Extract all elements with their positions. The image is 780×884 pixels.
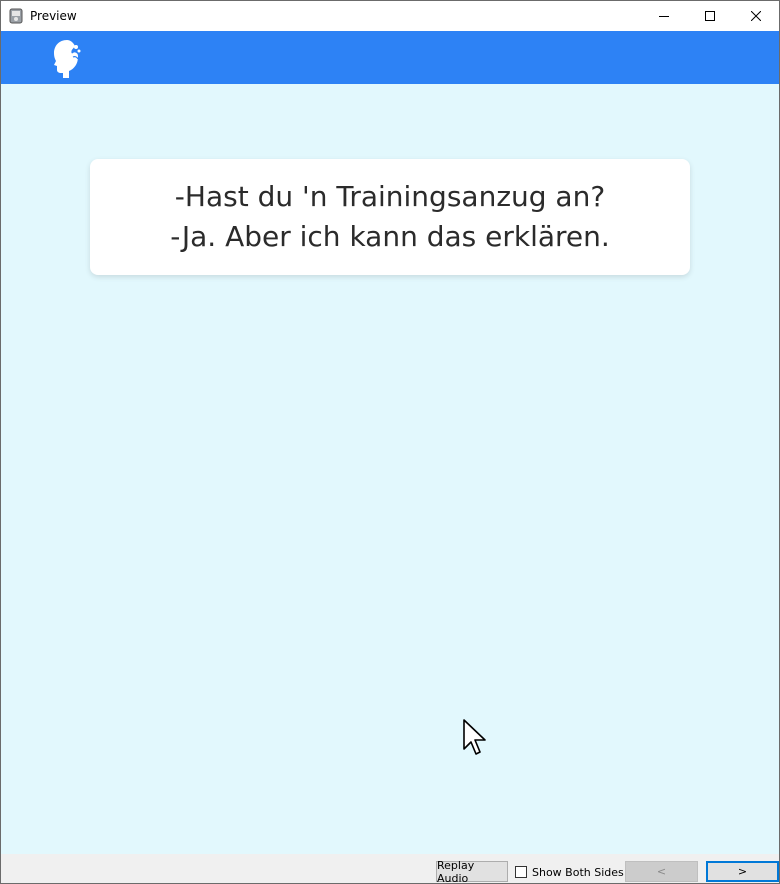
window-title: Preview bbox=[30, 9, 77, 23]
title-bar[interactable]: Preview bbox=[1, 1, 779, 31]
next-button[interactable]: > bbox=[706, 861, 779, 882]
show-both-sides-toggle[interactable]: Show Both Sides bbox=[515, 864, 624, 880]
close-icon bbox=[751, 11, 761, 21]
preview-app-icon bbox=[9, 8, 23, 24]
close-button[interactable] bbox=[733, 1, 779, 31]
show-both-sides-label: Show Both Sides bbox=[532, 865, 624, 879]
card-text-line-2: -Ja. Aber ich kann das erklären. bbox=[170, 220, 610, 253]
preview-window: Preview -Hast du 'n Trainingsanzug an? -… bbox=[0, 0, 780, 884]
maximize-button[interactable] bbox=[687, 1, 733, 31]
minimize-button[interactable] bbox=[641, 1, 687, 31]
mouse-pointer-icon bbox=[462, 719, 490, 759]
flashcard: -Hast du 'n Trainingsanzug an? -Ja. Aber… bbox=[90, 159, 690, 275]
head-silhouette-logo-icon bbox=[49, 37, 83, 79]
card-text-line-1: -Hast du 'n Trainingsanzug an? bbox=[174, 180, 606, 213]
previous-button[interactable]: < bbox=[625, 861, 698, 882]
show-both-sides-checkbox[interactable] bbox=[515, 866, 527, 878]
header-bar bbox=[1, 31, 779, 84]
replay-audio-button[interactable]: Replay Audio bbox=[436, 859, 508, 883]
bottom-toolbar: Replay Audio Show Both Sides < > bbox=[1, 854, 779, 883]
minimize-icon bbox=[659, 11, 669, 21]
card-content-area: -Hast du 'n Trainingsanzug an? -Ja. Aber… bbox=[1, 84, 779, 854]
maximize-icon bbox=[705, 11, 715, 21]
